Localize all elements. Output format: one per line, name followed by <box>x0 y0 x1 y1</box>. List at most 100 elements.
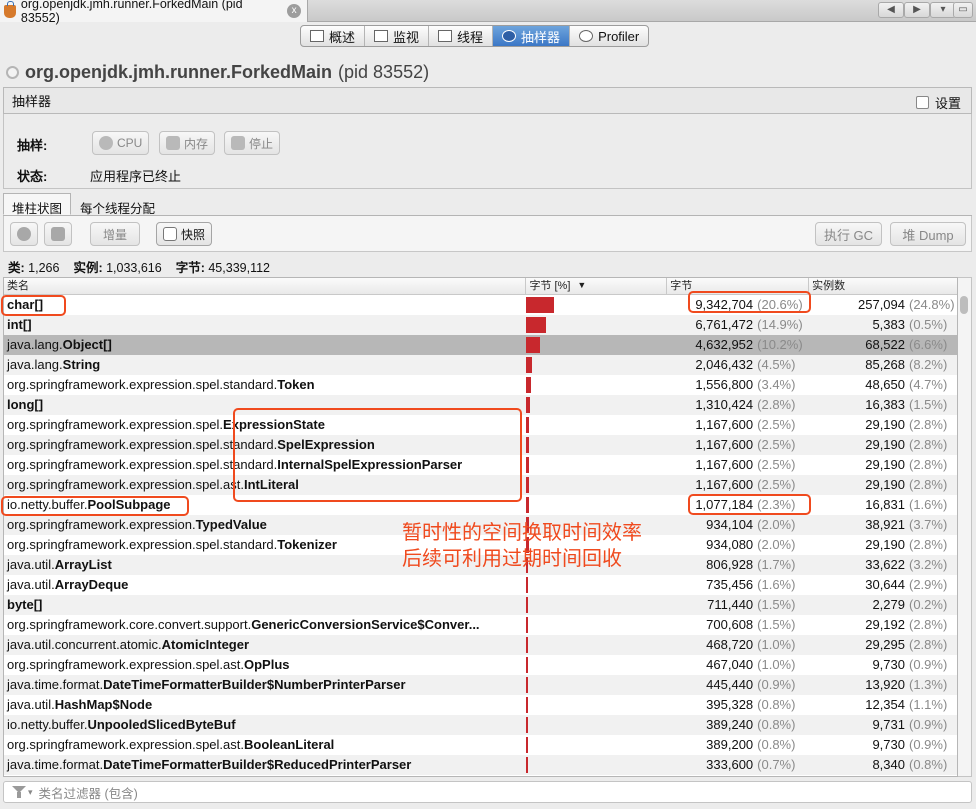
table-row[interactable]: java.lang.String 2,046,432 (4.5%) 85,268 (8.… <box>4 355 957 375</box>
class-package: org.springframework.expression.spel.ast. <box>7 737 244 752</box>
class-package: java.util. <box>7 557 55 572</box>
process-title: org.openjdk.jmh.runner.ForkedMain (pid 8… <box>6 62 429 83</box>
memory-button[interactable]: 内存 <box>159 131 216 155</box>
class-simple-name: int[] <box>7 317 32 332</box>
bytes-percent-bar <box>526 457 530 473</box>
bytes-percent-cell <box>526 315 667 335</box>
instances-label: 实例: <box>73 261 103 275</box>
bytes-percent-cell <box>526 755 667 775</box>
tab-right-arrow[interactable]: ▶ <box>904 2 930 18</box>
bytes-cell: 395,328 (0.8%) <box>667 695 809 715</box>
bytes-percent-bar <box>526 597 529 613</box>
heap-dump-button[interactable]: 堆 Dump <box>890 222 966 246</box>
bytes-percent-bar <box>526 657 529 673</box>
instances-value: 33,622 <box>865 557 905 572</box>
maximize-icon[interactable]: ▭ <box>953 2 973 18</box>
class-simple-name: Tokenizer <box>277 537 337 552</box>
tab-per-thread-allocation[interactable]: 每个线程分配 <box>71 193 164 216</box>
tab-overview[interactable]: 概述 <box>301 26 366 46</box>
table-row[interactable]: char[] 9,342,704 (20.6%) 257,094 (24.8%) <box>4 295 957 315</box>
profiler-icon <box>579 30 594 42</box>
instances-cell: 29,190 (2.8%) <box>809 535 957 555</box>
bytes-cell: 1,310,424 (2.8%) <box>667 395 809 415</box>
class-simple-name: byte[] <box>7 597 43 612</box>
bytes-value: 1,167,600 <box>695 477 754 492</box>
monitor-icon <box>374 30 389 42</box>
class-name-cell: org.springframework.core.convert.support… <box>4 615 526 635</box>
delta-button[interactable]: 增量 <box>90 222 140 246</box>
scrollbar-thumb[interactable] <box>960 296 968 314</box>
close-tab-icon[interactable]: x <box>287 4 301 18</box>
tab-left-arrow[interactable]: ◀ <box>878 2 904 18</box>
instances-count: 1,033,616 <box>106 261 162 275</box>
stop-icon <box>231 136 245 150</box>
table-row[interactable]: java.time.format.DateTimeFormatterBuilde… <box>4 755 957 775</box>
class-simple-name: ArrayList <box>54 557 112 572</box>
pause-button[interactable] <box>10 222 38 246</box>
table-scrollbar[interactable] <box>958 277 972 777</box>
bytes-percent: (2.5%) <box>757 417 796 432</box>
filter-dropdown-icon[interactable]: ▾ <box>28 787 33 798</box>
bytes-percent-bar <box>526 677 529 693</box>
column-instances[interactable]: 实例数 <box>809 278 957 294</box>
table-row[interactable]: org.springframework.expression.spel.ast.… <box>4 655 957 675</box>
bytes-cell: 1,167,600 (2.5%) <box>667 415 809 435</box>
class-package: org.springframework.expression.spel.ast. <box>7 657 244 672</box>
table-row[interactable]: io.netty.buffer.UnpooledSlicedByteBuf 389… <box>4 715 957 735</box>
settings-checkbox[interactable] <box>915 96 929 109</box>
instances-percent: (1.5%) <box>909 397 948 412</box>
table-row[interactable]: java.util.concurrent.atomic.AtomicIntege… <box>4 635 957 655</box>
bytes-percent-cell <box>526 435 667 455</box>
tab-monitor[interactable]: 监视 <box>365 26 430 46</box>
instances-percent: (1.1%) <box>909 697 948 712</box>
process-pid: (pid 83552) <box>338 62 430 82</box>
table-row[interactable]: java.lang.Object[] 4,632,952 (10.2%) 68,522… <box>4 335 957 355</box>
tab-heap-histogram[interactable]: 堆柱状图 <box>3 193 72 216</box>
sampler-header: 抽样器 设置 <box>3 87 972 114</box>
table-row[interactable]: org.springframework.expression.spel.stan… <box>4 375 957 395</box>
bytes-percent-cell <box>526 695 667 715</box>
document-tab-title: org.openjdk.jmh.runner.ForkedMain (pid 8… <box>20 0 243 25</box>
tab-threads[interactable]: 线程 <box>429 26 494 46</box>
instances-cell: 29,190 (2.8%) <box>809 415 957 435</box>
bytes-percent-bar <box>526 377 532 393</box>
bytes-cell: 468,720 (1.0%) <box>667 635 809 655</box>
instances-cell: 13,920 (1.3%) <box>809 675 957 695</box>
table-row[interactable]: org.springframework.expression.spel.ast.… <box>4 735 957 755</box>
class-name-filter[interactable]: ▾ 类名过滤器 (包含) <box>3 781 972 803</box>
settings-toggle[interactable]: 设置 <box>915 93 961 112</box>
tab-sampler[interactable]: 抽样器 <box>493 26 571 46</box>
instances-value: 30,644 <box>865 577 905 592</box>
instances-percent: (2.8%) <box>909 457 948 472</box>
table-row[interactable]: java.util.HashMap$Node 395,328 (0.8%) 12,35… <box>4 695 957 715</box>
pause-icon <box>17 227 31 241</box>
document-tab[interactable]: org.openjdk.jmh.runner.ForkedMain (pid 8… <box>0 0 308 25</box>
column-class-name[interactable]: 类名 <box>4 278 527 294</box>
table-row[interactable]: byte[] 711,440 (1.5%) 2,279 (0.2%) <box>4 595 957 615</box>
bytes-percent: (2.5%) <box>757 477 796 492</box>
instances-cell: 9,730 (0.9%) <box>809 655 957 675</box>
table-row[interactable]: org.springframework.core.convert.support… <box>4 615 957 635</box>
perform-gc-button[interactable]: 执行 GC <box>815 222 882 246</box>
instances-cell: 16,831 (1.6%) <box>809 495 957 515</box>
instances-percent: (3.7%) <box>909 517 948 532</box>
class-simple-name: Token <box>277 377 315 392</box>
instances-percent: (2.8%) <box>909 477 948 492</box>
class-simple-name: String <box>62 357 101 372</box>
table-row[interactable]: java.util.ArrayDeque 735,456 (1.6%) 30,644 (… <box>4 575 957 595</box>
table-row[interactable]: int[] 6,761,472 (14.9%) 5,383 (0.5%) <box>4 315 957 335</box>
table-row[interactable]: java.time.format.DateTimeFormatterBuilde… <box>4 675 957 695</box>
cpu-button[interactable]: CPU <box>92 131 150 155</box>
instances-percent: (2.8%) <box>909 617 948 632</box>
tab-profiler[interactable]: Profiler <box>570 26 648 46</box>
bytes-percent: (0.8%) <box>757 697 796 712</box>
instances-value: 16,831 <box>865 497 905 512</box>
stop-button[interactable]: 停止 <box>224 131 281 155</box>
bytes-percent: (1.5%) <box>757 617 796 632</box>
refresh-button[interactable] <box>44 222 72 246</box>
class-package: java.lang. <box>7 337 63 352</box>
bytes-percent-bar <box>526 757 529 773</box>
column-bytes-percent[interactable]: 字节 [%] ▼ <box>526 278 668 294</box>
snapshot-button[interactable]: 快照 <box>156 222 213 246</box>
sort-desc-icon: ▼ <box>577 280 587 290</box>
